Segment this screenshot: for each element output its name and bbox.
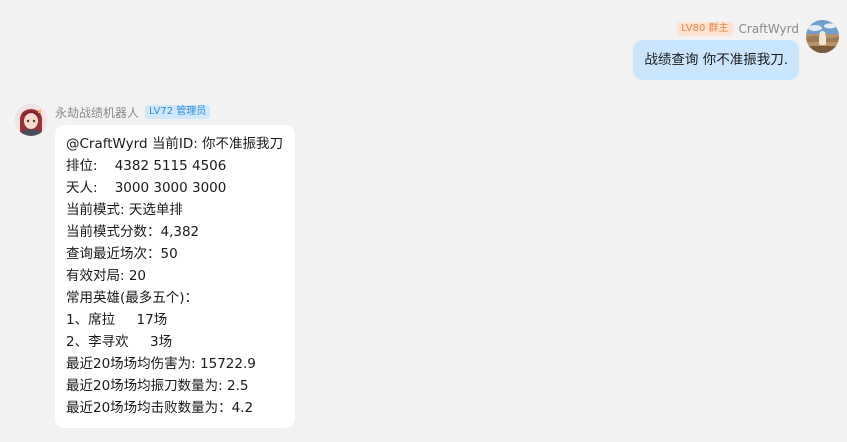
chat-window: LV80 群主 CraftWyrd 战绩查询 你不准振我刀. 永劫战绩机器人 L… — [0, 0, 847, 442]
stats-line-mode-score: 当前模式分数：4,382 — [66, 224, 200, 240]
stats-line-avg-damage: 最近20场场均伤害为: 15722.9 — [66, 356, 256, 372]
stats-line-hero-2: 2、李寻欢 3场 — [66, 334, 173, 350]
stats-line-current-mode: 当前模式: 天选单排 — [66, 202, 183, 218]
bot-avatar-icon — [15, 104, 47, 136]
bot-avatar[interactable] — [15, 104, 47, 136]
avatar-photo-icon — [806, 20, 839, 53]
stats-line-rank: 排位: 4382 5115 4506 — [66, 158, 227, 174]
stats-line-avg-kills: 最近20场场均击败数量为：4.2 — [66, 400, 254, 416]
incoming-message-bubble[interactable]: @CraftWyrd 当前ID: 你不准振我刀 排位: 4382 5115 45… — [55, 125, 295, 428]
incoming-sender-name[interactable]: 永劫战绩机器人 — [55, 104, 139, 121]
outgoing-message-header: LV80 群主 CraftWyrd — [677, 21, 799, 37]
stats-line-player-id: @CraftWyrd 当前ID: 你不准振我刀 — [66, 136, 284, 152]
stats-line-valid-matches: 有效对局: 20 — [66, 268, 147, 284]
stats-line-heroes-header: 常用英雄(最多五个)： — [66, 290, 199, 306]
stats-line-tianren: 天人: 3000 3000 3000 — [66, 180, 227, 196]
stats-line-avg-parries: 最近20场场均振刀数量为: 2.5 — [66, 378, 249, 394]
stats-line-hero-1: 1、席拉 17场 — [66, 312, 168, 328]
outgoing-sender-name[interactable]: CraftWyrd — [739, 22, 799, 36]
outgoing-user-avatar[interactable] — [806, 20, 839, 53]
group-owner-badge: LV80 群主 — [677, 22, 733, 36]
outgoing-message-text: 战绩查询 你不准振我刀. — [644, 52, 788, 68]
admin-badge: LV72 管理员 — [145, 105, 211, 119]
outgoing-message-bubble[interactable]: 战绩查询 你不准振我刀. — [633, 40, 799, 80]
stats-line-recent-matches: 查询最近场次：50 — [66, 246, 178, 262]
incoming-message-header: 永劫战绩机器人 LV72 管理员 — [55, 104, 211, 121]
